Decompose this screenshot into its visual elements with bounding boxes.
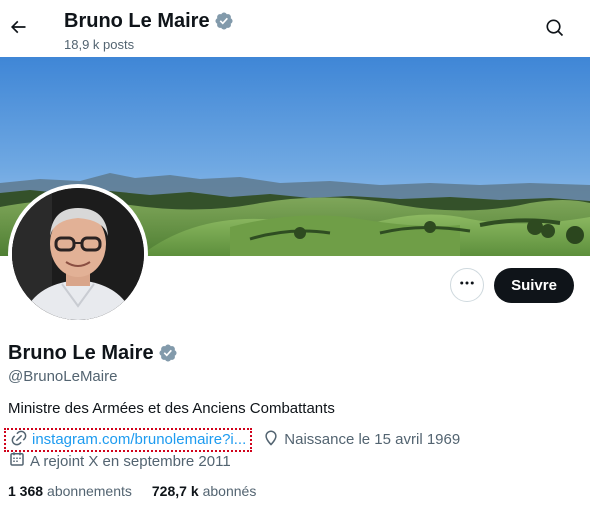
joined-date: A rejoint X en septembre 2011 xyxy=(8,450,231,473)
verified-badge-icon[interactable] xyxy=(158,343,178,363)
following-link[interactable]: 1 368 abonnements xyxy=(8,483,132,499)
profile-bio: Ministre des Armées et des Anciens Comba… xyxy=(8,400,335,417)
more-icon xyxy=(458,274,476,297)
profile-handle: @BrunoLeMaire xyxy=(8,368,118,385)
verified-badge-icon xyxy=(214,11,234,31)
page-edge xyxy=(590,0,595,512)
posts-count: 18,9 k posts xyxy=(64,37,135,52)
profile-meta-row: instagram.com/brunolemaire?i... Naissanc… xyxy=(4,428,460,452)
following-count: 1 368 xyxy=(8,483,44,499)
joined-text: A rejoint X en septembre 2011 xyxy=(30,452,231,470)
avatar[interactable] xyxy=(8,184,148,324)
avatar-photo xyxy=(12,188,144,320)
profile-header: Bruno Le Maire 18,9 k posts xyxy=(0,0,595,57)
profile-name: Bruno Le Maire xyxy=(8,342,154,364)
link-icon xyxy=(10,429,28,452)
birth-date: Naissance le 15 avril 1969 xyxy=(262,429,460,452)
header-title: Bruno Le Maire xyxy=(64,9,234,33)
header-name: Bruno Le Maire xyxy=(64,10,210,32)
location-pin-icon xyxy=(262,429,280,452)
follow-button[interactable]: Suivre xyxy=(494,268,574,303)
back-button[interactable] xyxy=(4,12,32,46)
search-icon xyxy=(545,18,565,43)
more-options-button[interactable] xyxy=(450,268,484,302)
followers-count: 728,7 k xyxy=(151,483,199,499)
search-button[interactable] xyxy=(541,16,569,44)
followers-label: abonnés xyxy=(202,483,257,499)
profile-name-row: Bruno Le Maire xyxy=(8,341,178,365)
following-label: abonnements xyxy=(47,483,132,499)
calendar-icon xyxy=(8,450,26,473)
website-link-text[interactable]: instagram.com/brunolemaire?i... xyxy=(32,431,246,449)
profile-website-link[interactable]: instagram.com/brunolemaire?i... xyxy=(4,428,253,452)
followers-link[interactable]: 728,7 k abonnés xyxy=(152,483,256,499)
birth-text: Naissance le 15 avril 1969 xyxy=(284,431,461,448)
arrow-left-icon xyxy=(8,17,28,42)
follow-stats: 1 368 abonnements 728,7 k abonnés xyxy=(8,483,256,499)
